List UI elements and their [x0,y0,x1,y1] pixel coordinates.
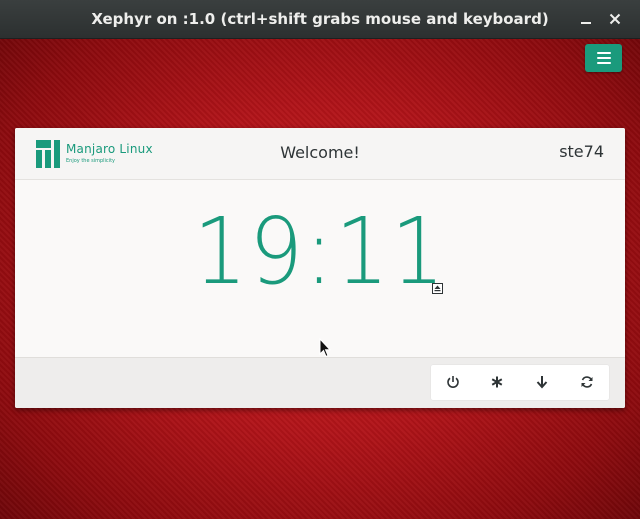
suspend-arrow-icon [536,376,548,389]
eject-icon[interactable] [432,283,443,294]
window-title: Xephyr on :1.0 (ctrl+shift grabs mouse a… [91,10,549,28]
power-icon [447,376,459,388]
restart-button[interactable] [565,365,609,400]
card-header: Manjaro Linux Enjoy the simplicity Welco… [15,128,625,180]
asterisk-icon [491,376,503,388]
login-card: Manjaro Linux Enjoy the simplicity Welco… [15,128,625,408]
close-icon[interactable] [605,9,625,29]
hibernate-button[interactable] [475,365,519,400]
minimize-icon[interactable] [576,9,596,29]
titlebar: Xephyr on :1.0 (ctrl+shift grabs mouse a… [0,0,640,39]
shutdown-button[interactable] [431,365,475,400]
card-footer [15,357,625,408]
hamburger-menu-icon-bar [597,62,611,64]
suspend-button[interactable] [520,365,564,400]
hamburger-menu-icon [597,52,611,54]
clock: 19:11 [193,198,447,305]
xephyr-window: Xephyr on :1.0 (ctrl+shift grabs mouse a… [0,0,640,519]
mouse-pointer-icon [319,338,331,358]
menu-button[interactable] [585,44,622,72]
hamburger-menu-icon-bar [597,57,611,59]
username-label[interactable]: ste74 [559,142,604,161]
greeter-background: Manjaro Linux Enjoy the simplicity Welco… [0,39,640,519]
welcome-text: Welcome! [280,143,360,162]
power-actions [431,365,609,400]
restart-icon [581,376,593,388]
card-body: 19:11 [15,180,625,357]
